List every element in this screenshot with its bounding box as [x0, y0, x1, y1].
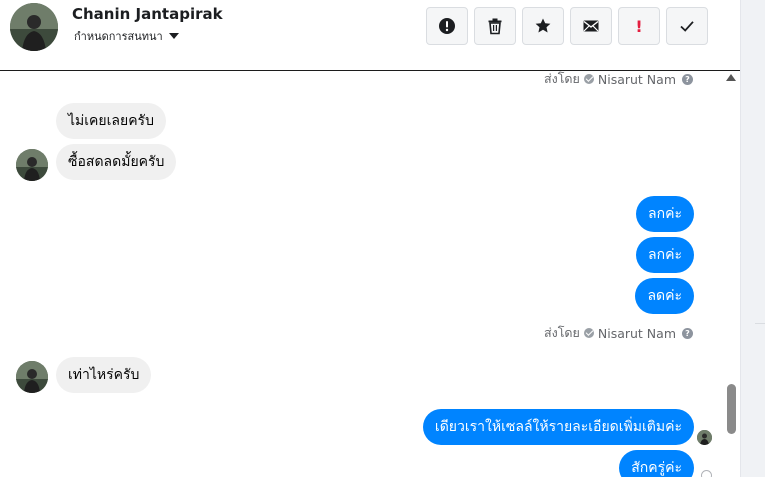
trash-icon	[488, 18, 502, 35]
outgoing-message[interactable]: สักครู่ค่ะ	[619, 450, 694, 477]
contact-avatar-small[interactable]	[16, 361, 48, 393]
conversation-header: Chanin Jantapirak กำหนดการสนทนา !	[0, 0, 740, 71]
contact-avatar-small[interactable]	[16, 149, 48, 181]
sender-name[interactable]: Nisarut Nam	[598, 72, 676, 87]
conversation-settings-dropdown[interactable]: กำหนดการสนทนา	[74, 27, 179, 45]
messenger-thread: Chanin Jantapirak กำหนดการสนทนา ! ส่งโดย…	[0, 0, 765, 477]
delete-button[interactable]	[474, 7, 516, 45]
sent-by-label: ส่งโดย Nisarut Nam ?	[544, 69, 693, 89]
important-button[interactable]: !	[618, 7, 660, 45]
contact-avatar[interactable]	[10, 3, 58, 51]
seen-by-avatar	[697, 430, 712, 445]
sent-by-prefix: ส่งโดย	[543, 71, 580, 86]
sender-name[interactable]: Nisarut Nam	[598, 326, 676, 341]
mark-unread-button[interactable]	[570, 7, 612, 45]
thread-toolbar: !	[426, 7, 708, 45]
sent-check-icon	[583, 74, 594, 84]
incoming-message[interactable]: ไม่เคยเลยครับ	[56, 103, 166, 139]
right-panel-edge	[740, 0, 765, 477]
envelope-icon	[583, 20, 599, 32]
spam-button[interactable]	[426, 7, 468, 45]
divider	[755, 323, 765, 324]
checkmark-icon	[680, 21, 694, 32]
outgoing-message[interactable]: ลกค่ะ	[636, 237, 694, 273]
exclamation-icon: !	[635, 16, 643, 36]
outgoing-message[interactable]: ลดค่ะ	[635, 278, 694, 314]
incoming-message[interactable]: ซื้อสดลดมั้ยครับ	[56, 144, 177, 180]
outgoing-message[interactable]: เดียวเราให้เซลล์ให้รายละเอียดเพิ่มเติมค่…	[422, 409, 694, 445]
delivery-status-icon	[701, 470, 712, 477]
scroll-up-arrow-icon[interactable]	[726, 74, 736, 81]
sent-by-label: ส่งโดย Nisarut Nam ?	[544, 323, 693, 343]
mark-done-button[interactable]	[666, 7, 708, 45]
alert-circle-icon	[439, 18, 455, 34]
scrollbar-thumb[interactable]	[727, 384, 736, 434]
help-icon[interactable]: ?	[682, 73, 693, 85]
help-icon[interactable]: ?	[682, 327, 693, 339]
caret-down-icon	[168, 33, 179, 39]
incoming-message[interactable]: เท่าไหร่ครับ	[56, 357, 152, 393]
contact-name[interactable]: Chanin Jantapirak	[72, 5, 223, 23]
outgoing-message[interactable]: ลกค่ะ	[636, 196, 694, 232]
sent-check-icon	[583, 328, 594, 338]
star-button[interactable]	[522, 7, 564, 45]
star-icon	[535, 18, 551, 33]
conversation-settings-label: กำหนดการสนทนา	[74, 30, 163, 43]
sent-by-prefix: ส่งโดย	[543, 325, 580, 340]
